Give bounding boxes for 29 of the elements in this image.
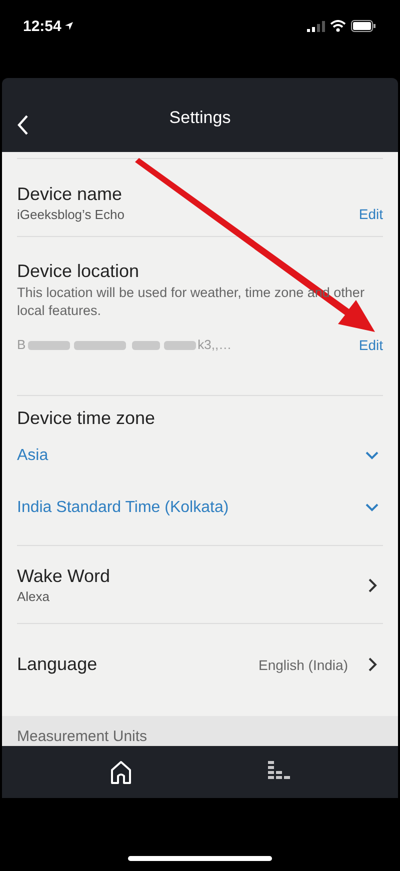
setting-title: Language: [17, 654, 98, 676]
address-text: B: [17, 337, 26, 352]
back-icon[interactable]: [17, 114, 29, 136]
screen-title: Settings: [169, 108, 231, 128]
signal-icon: [307, 20, 325, 32]
section-header: Measurement Units: [17, 728, 148, 746]
edit-link[interactable]: Edit: [358, 336, 383, 353]
wifi-icon: [330, 20, 346, 32]
setting-value: Alexa: [17, 589, 51, 604]
wake-word-row[interactable]: Wake Word Alexa: [2, 546, 398, 623]
chevron-down-icon: [365, 451, 379, 460]
setting-title: Device name: [17, 184, 124, 205]
battery-icon: [351, 20, 376, 32]
chevron-down-icon: [365, 503, 379, 512]
setting-title: Device time zone: [17, 408, 156, 429]
setting-title: Device location: [17, 260, 140, 282]
address-text: k3,,…: [198, 337, 232, 352]
setting-value: English (India): [258, 656, 348, 673]
location-arrow-icon: [64, 21, 74, 31]
language-row[interactable]: Language English (India): [2, 624, 398, 716]
chevron-right-icon: [368, 578, 377, 593]
edit-link[interactable]: Edit: [358, 206, 383, 222]
chevron-right-icon: [368, 657, 377, 672]
home-icon[interactable]: [108, 759, 134, 785]
setting-title: Wake Word: [17, 566, 112, 588]
dropdown[interactable]: Asia: [17, 442, 383, 469]
dropdown[interactable]: India Standard Time (Kolkata): [17, 494, 383, 521]
status-time: 12:54: [23, 18, 62, 34]
setting-value: iGeeksblog’s Echo: [17, 206, 126, 222]
